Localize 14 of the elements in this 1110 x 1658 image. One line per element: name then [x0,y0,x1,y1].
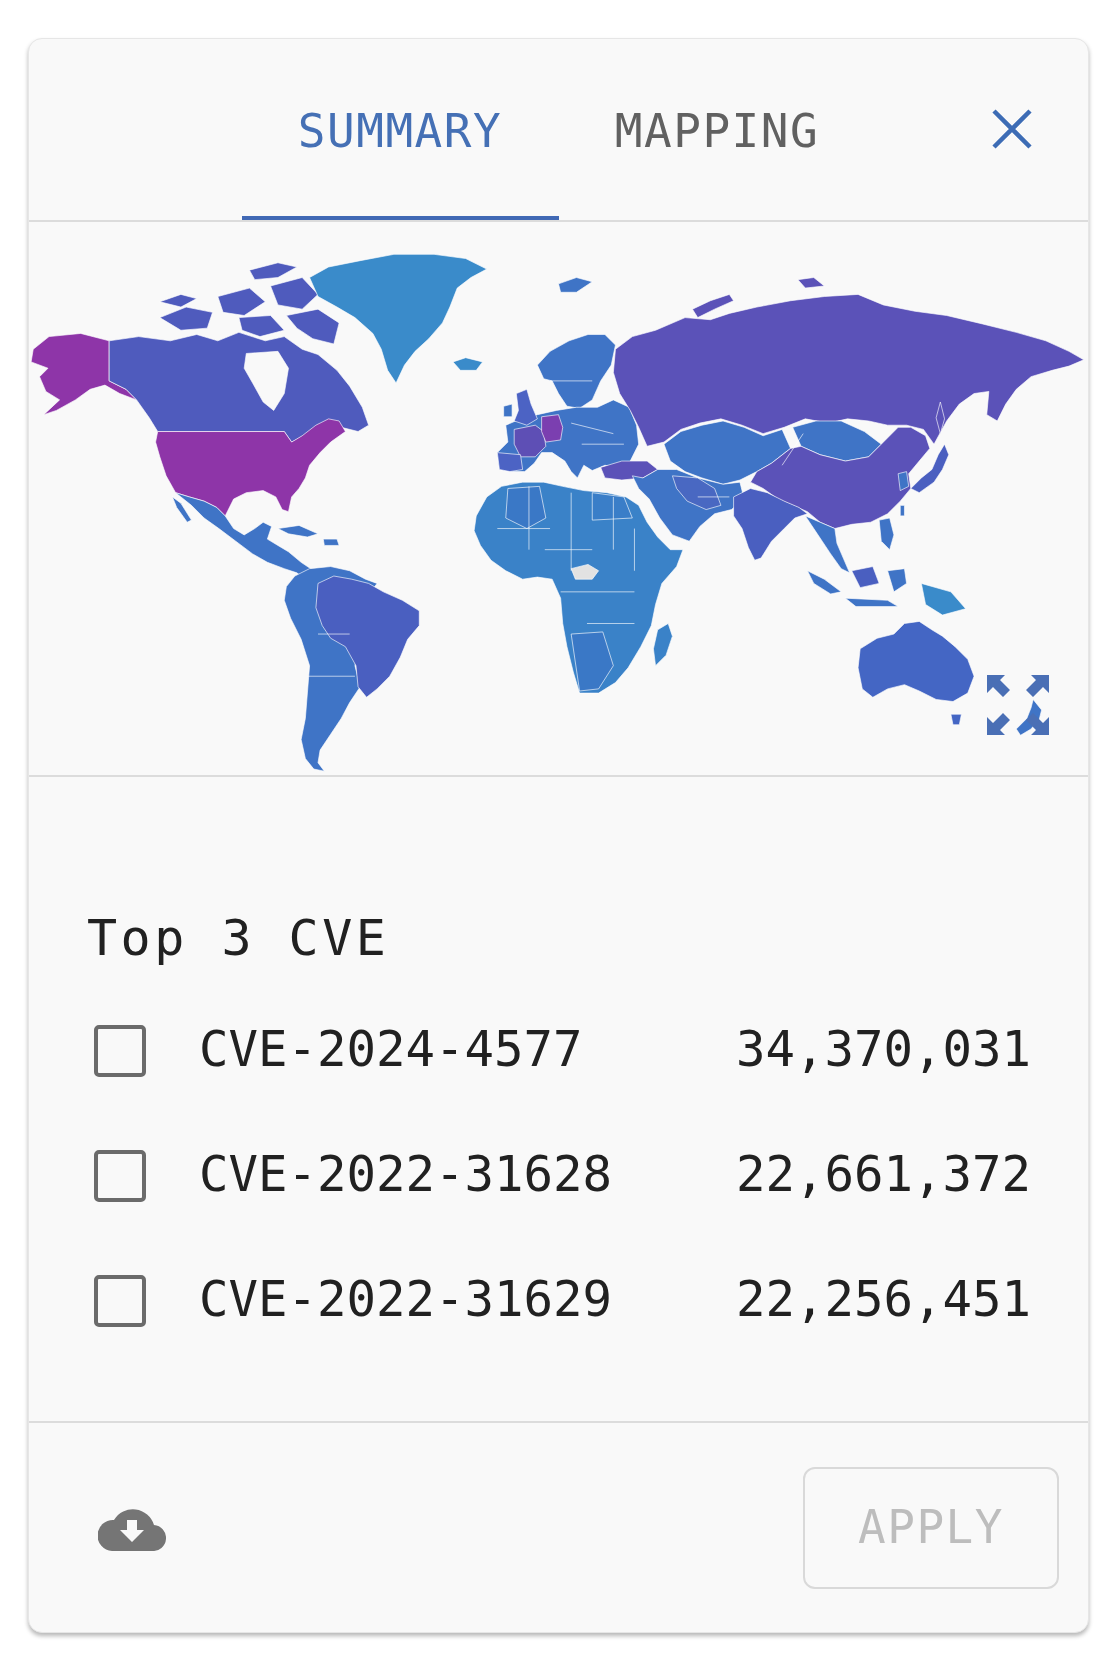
checkbox[interactable] [94,1149,146,1202]
cve-id: CVE-2022-31629 [199,1271,612,1330]
checkbox[interactable] [94,1024,146,1077]
checkbox[interactable] [94,1274,146,1327]
section-title: Top 3 CVE [87,908,391,968]
close-icon[interactable] [991,108,1033,150]
tab[interactable]: SUMMARY [241,46,559,220]
count-value: 22,256,451 [736,1271,1031,1330]
tab[interactable]: MAPPING [558,46,876,220]
expand-icon[interactable] [987,675,1049,735]
cve-id: CVE-2024-4577 [199,1021,583,1080]
cve-id: CVE-2022-31628 [199,1146,612,1205]
count-value: 22,661,372 [736,1146,1031,1205]
count-value: 34,370,031 [736,1021,1031,1080]
